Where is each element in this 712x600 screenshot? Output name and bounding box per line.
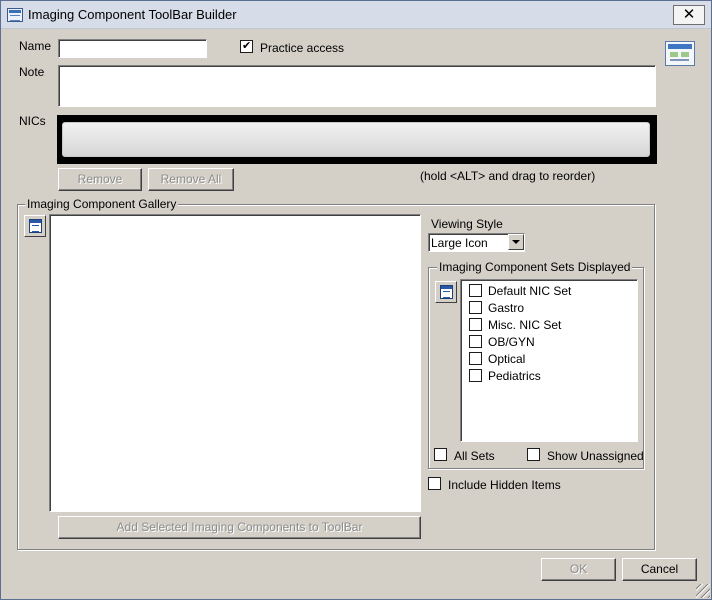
name-input[interactable] bbox=[58, 39, 207, 58]
show-unassigned-checkbox[interactable] bbox=[527, 448, 540, 461]
show-unassigned-label: Show Unassigned bbox=[547, 449, 644, 463]
set-checkbox[interactable] bbox=[469, 284, 482, 297]
dropdown-arrow-icon bbox=[512, 240, 520, 244]
viewing-style-label: Viewing Style bbox=[431, 217, 503, 231]
nics-toolbar-strip[interactable] bbox=[57, 115, 657, 164]
viewing-style-select[interactable]: Large Icon bbox=[428, 233, 525, 252]
set-checkbox[interactable] bbox=[469, 318, 482, 331]
practice-access-checkbox[interactable] bbox=[240, 39, 253, 53]
window-title: Imaging Component ToolBar Builder bbox=[28, 7, 237, 22]
include-hidden-checkbox[interactable] bbox=[428, 477, 441, 490]
set-label: Gastro bbox=[488, 301, 525, 315]
dialog-window: Imaging Component ToolBar Builder ✕ Name… bbox=[0, 0, 712, 600]
gallery-view-button[interactable] bbox=[24, 215, 46, 237]
set-checkbox[interactable] bbox=[469, 369, 482, 382]
preview-icon-line bbox=[670, 59, 689, 61]
set-label: Misc. NIC Set bbox=[488, 318, 562, 332]
list-item[interactable]: Misc. NIC Set bbox=[461, 316, 631, 333]
viewing-style-value: Large Icon bbox=[431, 236, 488, 250]
nics-label: NICs bbox=[19, 114, 46, 128]
set-label: Default NIC Set bbox=[488, 284, 572, 298]
app-window-icon bbox=[7, 8, 23, 22]
name-label: Name bbox=[19, 39, 52, 53]
list-item[interactable]: Gastro bbox=[461, 299, 631, 316]
dropdown-button[interactable] bbox=[508, 234, 524, 250]
cancel-button[interactable]: Cancel bbox=[622, 558, 697, 581]
list-view-icon bbox=[29, 219, 42, 233]
title-bar[interactable]: Imaging Component ToolBar Builder ✕ bbox=[1, 1, 711, 29]
set-label: Optical bbox=[488, 352, 526, 366]
remove-button[interactable]: Remove bbox=[58, 168, 142, 191]
set-checkbox[interactable] bbox=[469, 301, 482, 314]
preview-icon-tile bbox=[670, 52, 678, 57]
include-hidden-label: Include Hidden Items bbox=[448, 478, 561, 492]
toolbar-preview-icon[interactable] bbox=[665, 41, 695, 66]
set-label: Pediatrics bbox=[488, 369, 541, 383]
resize-grip[interactable] bbox=[696, 584, 710, 598]
list-view-icon bbox=[440, 285, 453, 299]
list-item[interactable]: OB/GYN bbox=[461, 333, 631, 350]
sets-list[interactable]: Default NIC Set Gastro Misc. NIC Set OB/… bbox=[460, 279, 638, 442]
set-checkbox[interactable] bbox=[469, 352, 482, 365]
list-item[interactable]: Pediatrics bbox=[461, 367, 631, 384]
set-checkbox[interactable] bbox=[469, 335, 482, 348]
practice-access-label: Practice access bbox=[260, 41, 345, 55]
reorder-hint: (hold <ALT> and drag to reorder) bbox=[420, 169, 596, 183]
gallery-title: Imaging Component Gallery bbox=[25, 197, 179, 211]
set-label: OB/GYN bbox=[488, 335, 535, 349]
list-item[interactable]: Optical bbox=[461, 350, 631, 367]
note-textarea[interactable] bbox=[58, 65, 656, 107]
close-icon: ✕ bbox=[682, 6, 696, 23]
gallery-list[interactable] bbox=[49, 214, 421, 512]
nics-toolbar-bar[interactable] bbox=[62, 122, 650, 157]
ok-button[interactable]: OK bbox=[541, 558, 616, 581]
preview-icon-tile bbox=[681, 52, 689, 57]
list-item[interactable]: Default NIC Set bbox=[461, 282, 631, 299]
sets-view-button[interactable] bbox=[435, 281, 457, 303]
preview-icon-header bbox=[668, 44, 692, 49]
close-button[interactable]: ✕ bbox=[673, 5, 705, 25]
all-sets-label: All Sets bbox=[454, 449, 495, 463]
note-label: Note bbox=[19, 65, 45, 79]
add-to-toolbar-button[interactable]: Add Selected Imaging Components to ToolB… bbox=[58, 516, 421, 539]
remove-all-button[interactable]: Remove All bbox=[148, 168, 234, 191]
sets-title: Imaging Component Sets Displayed bbox=[437, 260, 633, 274]
all-sets-checkbox[interactable] bbox=[434, 448, 447, 461]
